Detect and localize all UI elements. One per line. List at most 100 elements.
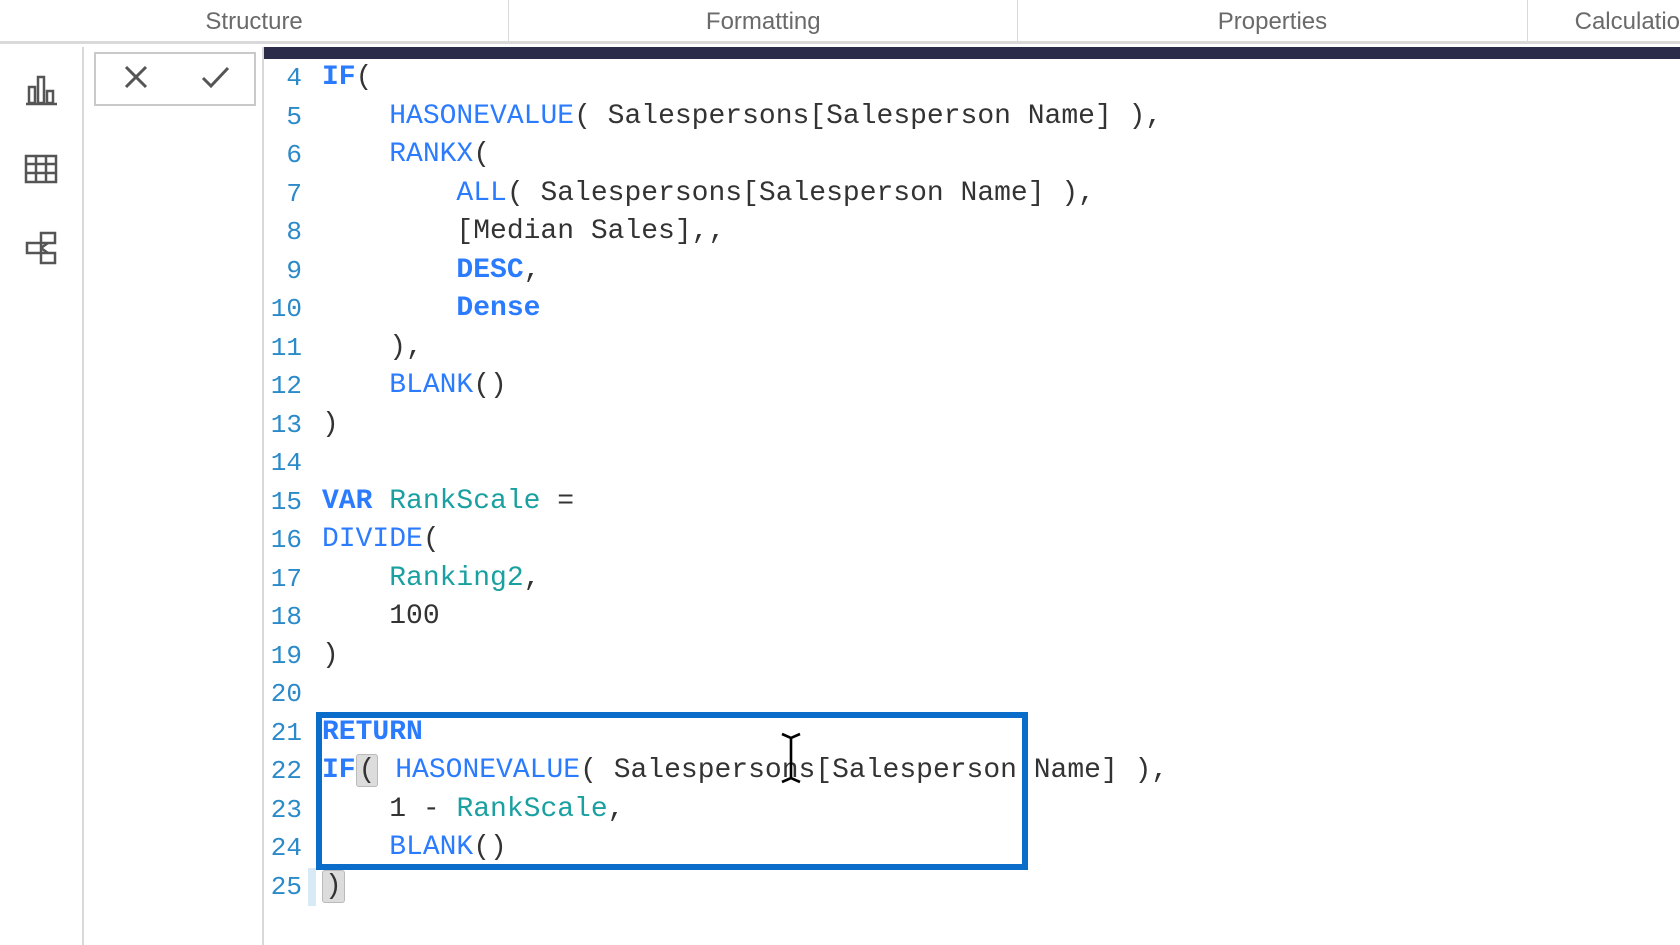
code-content[interactable]: ): [316, 868, 345, 907]
close-icon[interactable]: [119, 60, 153, 99]
code-line[interactable]: 10 Dense: [264, 290, 1680, 329]
code-content[interactable]: ),: [316, 329, 423, 368]
line-number: 14: [264, 444, 308, 483]
code-content[interactable]: 100: [316, 598, 440, 637]
current-line-indicator: [308, 252, 316, 291]
tab-structure[interactable]: Structure: [0, 0, 509, 41]
tab-properties[interactable]: Properties: [1018, 0, 1527, 41]
current-line-indicator: [308, 406, 316, 445]
line-number: 7: [264, 175, 308, 214]
code-content[interactable]: ): [316, 406, 339, 445]
code-line[interactable]: 22IF( HASONEVALUE( Salespersons[Salesper…: [264, 752, 1680, 791]
code-line[interactable]: 14: [264, 444, 1680, 483]
formula-action-box: [94, 52, 256, 106]
tab-formatting[interactable]: Formatting: [509, 0, 1018, 41]
code-line[interactable]: 8 [Median Sales],,: [264, 213, 1680, 252]
code-line[interactable]: 4IF(: [264, 59, 1680, 98]
line-number: 18: [264, 598, 308, 637]
current-line-indicator: [308, 752, 316, 791]
current-line-indicator: [308, 521, 316, 560]
code-content[interactable]: IF(: [316, 59, 372, 98]
line-number: 22: [264, 752, 308, 791]
ribbon-tabs: Structure Formatting Properties Calculat…: [0, 0, 1680, 44]
current-line-indicator: [308, 829, 316, 868]
code-line[interactable]: 16DIVIDE(: [264, 521, 1680, 560]
code-line[interactable]: 17 Ranking2,: [264, 560, 1680, 599]
check-icon[interactable]: [198, 60, 232, 99]
current-line-indicator: [308, 598, 316, 637]
current-line-indicator: [308, 290, 316, 329]
current-line-indicator: [308, 175, 316, 214]
code-content[interactable]: Dense: [316, 290, 540, 329]
current-line-indicator: [308, 868, 316, 907]
code-area[interactable]: 4IF(5 HASONEVALUE( Salespersons[Salesper…: [264, 59, 1680, 945]
current-line-indicator: [308, 637, 316, 676]
current-line-indicator: [308, 367, 316, 406]
code-content[interactable]: [Median Sales],,: [316, 213, 725, 252]
code-line[interactable]: 12 BLANK(): [264, 367, 1680, 406]
model-icon[interactable]: [19, 227, 63, 271]
line-number: 25: [264, 868, 308, 907]
line-number: 9: [264, 252, 308, 291]
code-content[interactable]: DIVIDE(: [316, 521, 440, 560]
line-number: 20: [264, 675, 308, 714]
current-line-indicator: [308, 675, 316, 714]
code-line[interactable]: 13): [264, 406, 1680, 445]
current-line-indicator: [308, 329, 316, 368]
code-content[interactable]: [316, 675, 322, 714]
code-line[interactable]: 6 RANKX(: [264, 136, 1680, 175]
code-line[interactable]: 21RETURN: [264, 714, 1680, 753]
code-line[interactable]: 23 1 - RankScale,: [264, 791, 1680, 830]
code-line[interactable]: 15VAR RankScale =: [264, 483, 1680, 522]
code-content[interactable]: VAR RankScale =: [316, 483, 574, 522]
chart-icon[interactable]: [19, 67, 63, 111]
code-editor[interactable]: 4IF(5 HASONEVALUE( Salespersons[Salesper…: [262, 47, 1680, 945]
code-content[interactable]: RETURN: [316, 714, 423, 753]
code-line[interactable]: 18 100: [264, 598, 1680, 637]
current-line-indicator: [308, 483, 316, 522]
code-content[interactable]: HASONEVALUE( Salespersons[Salesperson Na…: [316, 98, 1162, 137]
line-number: 23: [264, 791, 308, 830]
left-rail: [0, 47, 84, 945]
current-line-indicator: [308, 444, 316, 483]
line-number: 12: [264, 367, 308, 406]
code-line[interactable]: 24 BLANK(): [264, 829, 1680, 868]
current-line-indicator: [308, 560, 316, 599]
editor-dark-strip: [264, 47, 1680, 59]
line-number: 13: [264, 406, 308, 445]
line-number: 19: [264, 637, 308, 676]
code-content[interactable]: RANKX(: [316, 136, 490, 175]
code-line[interactable]: 19): [264, 637, 1680, 676]
current-line-indicator: [308, 791, 316, 830]
line-number: 10: [264, 290, 308, 329]
table-icon[interactable]: [19, 147, 63, 191]
code-content[interactable]: ALL( Salespersons[Salesperson Name] ),: [316, 175, 1095, 214]
code-content[interactable]: [316, 444, 322, 483]
line-number: 24: [264, 829, 308, 868]
code-line[interactable]: 25): [264, 868, 1680, 907]
line-number: 15: [264, 483, 308, 522]
current-line-indicator: [308, 136, 316, 175]
current-line-indicator: [308, 213, 316, 252]
line-number: 16: [264, 521, 308, 560]
code-content[interactable]: BLANK(): [316, 367, 507, 406]
code-line[interactable]: 5 HASONEVALUE( Salespersons[Salesperson …: [264, 98, 1680, 137]
code-line[interactable]: 7 ALL( Salespersons[Salesperson Name] ),: [264, 175, 1680, 214]
current-line-indicator: [308, 98, 316, 137]
tab-calculation[interactable]: Calculatio: [1528, 0, 1680, 41]
line-number: 6: [264, 136, 308, 175]
code-content[interactable]: ): [316, 637, 339, 676]
code-content[interactable]: BLANK(): [316, 829, 507, 868]
current-line-indicator: [308, 59, 316, 98]
code-content[interactable]: DESC,: [316, 252, 540, 291]
code-content[interactable]: 1 - RankScale,: [316, 791, 624, 830]
code-line[interactable]: 9 DESC,: [264, 252, 1680, 291]
code-content[interactable]: IF( HASONEVALUE( Salespersons[Salesperso…: [316, 752, 1168, 791]
line-number: 5: [264, 98, 308, 137]
code-line[interactable]: 11 ),: [264, 329, 1680, 368]
line-number: 17: [264, 560, 308, 599]
code-content[interactable]: Ranking2,: [316, 560, 540, 599]
code-line[interactable]: 20: [264, 675, 1680, 714]
current-line-indicator: [308, 714, 316, 753]
line-number: 21: [264, 714, 308, 753]
